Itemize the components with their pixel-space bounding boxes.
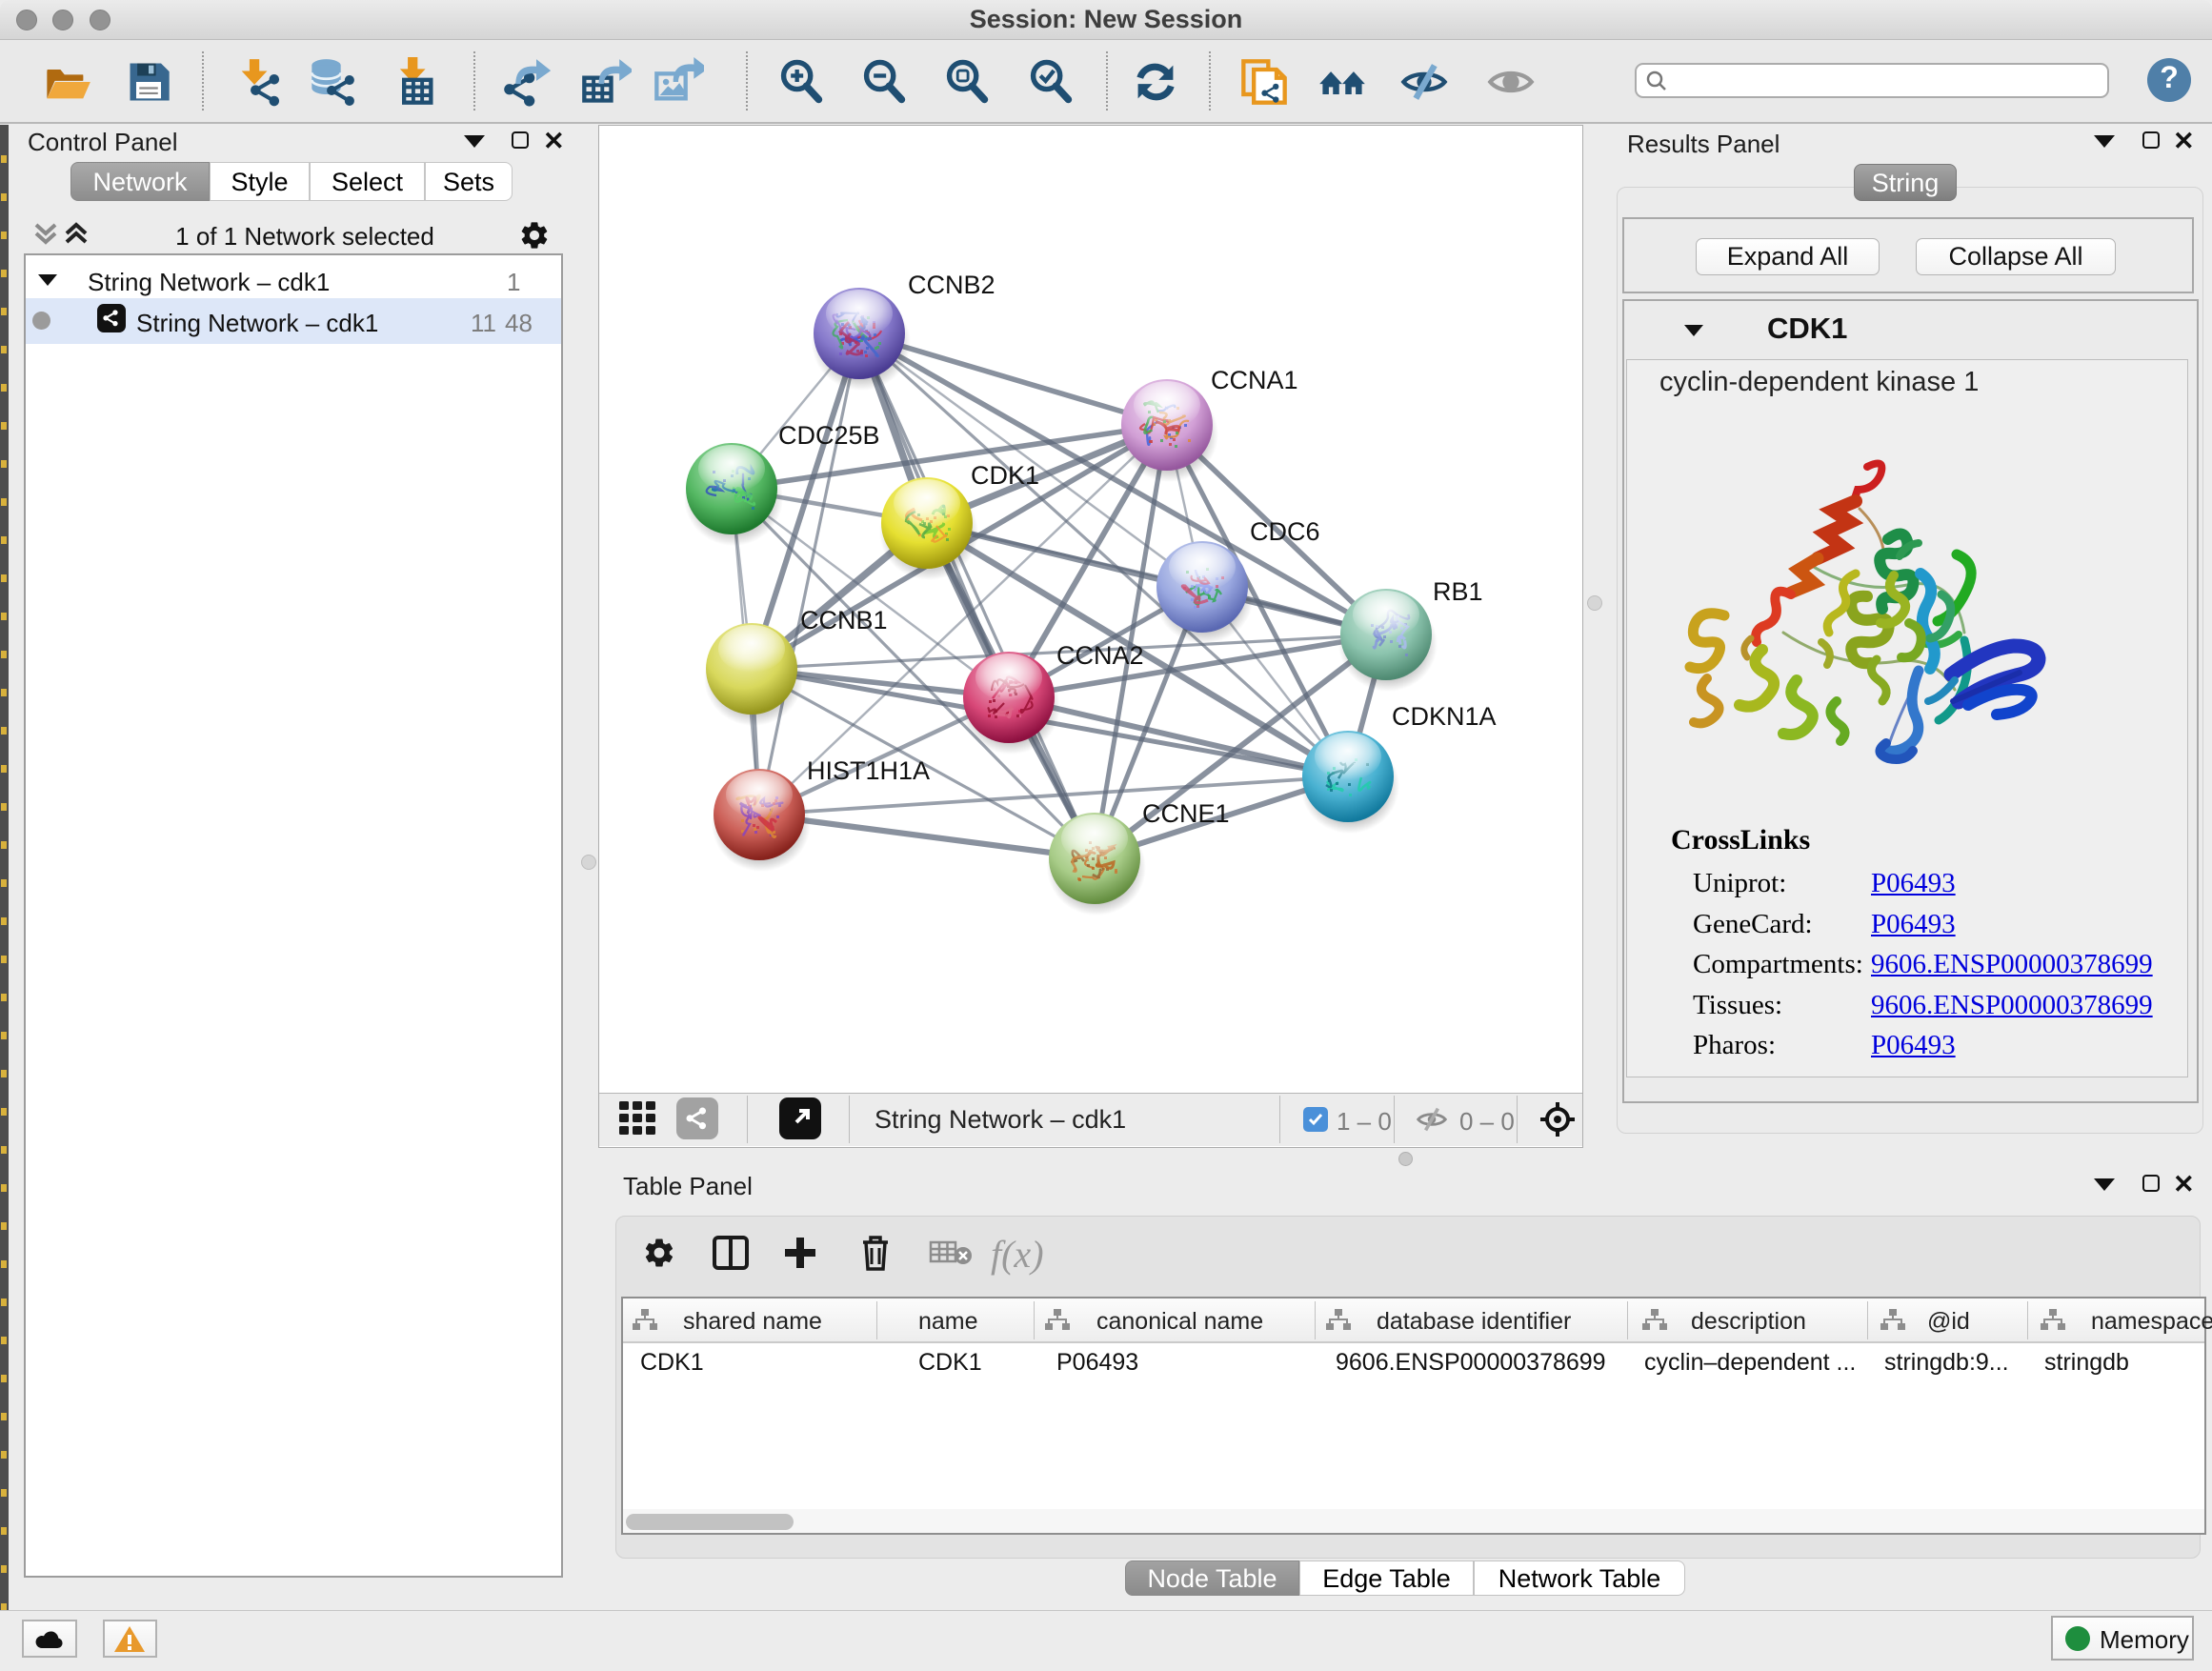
svg-text:HIST1H1A: HIST1H1A [807, 756, 930, 785]
svg-text:CCNA2: CCNA2 [1056, 641, 1144, 670]
svg-text:CCNB2: CCNB2 [908, 271, 995, 299]
svg-text:CDK1: CDK1 [971, 461, 1039, 490]
svg-text:CDC25B: CDC25B [778, 421, 880, 450]
svg-text:CDKN1A: CDKN1A [1392, 702, 1497, 731]
svg-text:CCNA1: CCNA1 [1211, 366, 1298, 394]
svg-text:CCNB1: CCNB1 [800, 606, 888, 634]
svg-text:RB1: RB1 [1433, 577, 1483, 606]
svg-text:CCNE1: CCNE1 [1142, 799, 1230, 828]
svg-text:CDC6: CDC6 [1250, 517, 1320, 546]
